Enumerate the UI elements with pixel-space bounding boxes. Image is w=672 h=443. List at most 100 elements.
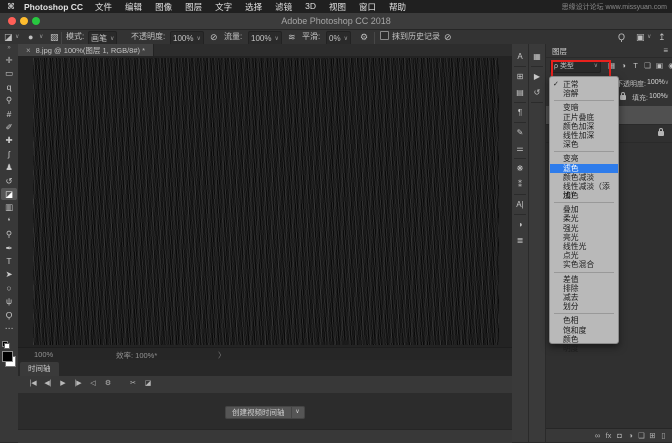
- blend-mode-option[interactable]: 颜色减淡: [550, 173, 618, 182]
- blend-mode-option[interactable]: 溶解: [550, 89, 618, 98]
- history-brush-tool[interactable]: ↺: [1, 175, 17, 187]
- eyedropper-tool[interactable]: ✐: [1, 121, 17, 133]
- search-icon[interactable]: Ϙ: [618, 30, 625, 44]
- blend-mode-option[interactable]: 叠加: [550, 205, 618, 214]
- blend-mode-option[interactable]: ✓ 正常: [550, 80, 618, 89]
- blend-mode-option[interactable]: 划分: [550, 302, 618, 311]
- type-filter-icon[interactable]: T: [630, 60, 641, 71]
- blend-mode-option[interactable]: 滤色: [550, 163, 618, 173]
- link-layers-icon[interactable]: ∞: [592, 431, 603, 440]
- brush-preset-chevron-icon[interactable]: ∨: [39, 30, 43, 44]
- new-group-icon[interactable]: ❑: [636, 431, 647, 440]
- styles-panel-icon[interactable]: ⁑: [512, 178, 528, 191]
- apple-icon[interactable]: ⌘: [6, 2, 16, 11]
- type-tool[interactable]: T: [1, 255, 17, 267]
- blend-mode-option[interactable]: 饱和度: [550, 326, 618, 335]
- blend-mode-option[interactable]: 变亮: [550, 154, 618, 163]
- timeline-tab[interactable]: 时间轴: [20, 362, 59, 376]
- settings-button[interactable]: ⚙: [101, 377, 115, 391]
- properties-panel-icon[interactable]: ▦: [529, 50, 545, 63]
- brush-tool[interactable]: ʃ: [1, 148, 17, 160]
- transition-button[interactable]: ◪: [141, 377, 155, 391]
- libraries-panel-icon[interactable]: ▤: [512, 86, 528, 99]
- menu-item-8[interactable]: 视图: [329, 1, 346, 13]
- layers-tab[interactable]: 图层: [552, 46, 567, 57]
- hand-tool[interactable]: ψ: [1, 295, 17, 307]
- lasso-tool[interactable]: ɋ: [1, 81, 17, 93]
- blend-mode-option[interactable]: 明度: [550, 344, 618, 353]
- color-swatches[interactable]: [2, 351, 16, 367]
- brush-panel-toggle-icon[interactable]: ▨: [50, 30, 59, 44]
- opacity-chevron-icon[interactable]: ∨: [665, 79, 669, 86]
- menu-item-7[interactable]: 3D: [305, 1, 316, 13]
- blend-mode-option[interactable]: 点光: [550, 251, 618, 260]
- menu-item-5[interactable]: 选择: [245, 1, 262, 13]
- blur-tool[interactable]: ❛: [1, 215, 17, 227]
- blend-mode-option[interactable]: 线性加深: [550, 131, 618, 140]
- healing-brush-tool[interactable]: ✚: [1, 134, 17, 146]
- create-video-timeline-button[interactable]: 创建视频时间轴: [225, 406, 292, 419]
- next-frame-button[interactable]: |▶: [71, 377, 85, 391]
- blend-mode-option[interactable]: 正片叠底: [550, 113, 618, 122]
- lock-icon[interactable]: [620, 92, 626, 100]
- opacity-value[interactable]: 100%: [647, 79, 665, 86]
- pressure-size-icon[interactable]: ⊘: [444, 30, 452, 44]
- filter-toggle-icon[interactable]: ◉: [666, 60, 672, 71]
- crop-tool[interactable]: #: [1, 108, 17, 120]
- blend-mode-option[interactable]: 差值: [550, 275, 618, 284]
- layer-style-icon[interactable]: fx: [603, 431, 614, 440]
- document-tab[interactable]: × 8.jpg @ 100%(图层 1, RGB/8#) *: [18, 44, 154, 56]
- adjustment-layer-icon[interactable]: ◑: [625, 431, 636, 440]
- checkbox-icon[interactable]: [380, 31, 389, 40]
- adjustment-filter-icon[interactable]: ◑: [618, 60, 629, 71]
- menu-item-2[interactable]: 图像: [155, 1, 172, 13]
- app-menu[interactable]: Photoshop CC: [24, 2, 83, 12]
- workspace-chevron-icon[interactable]: ∨: [647, 30, 651, 44]
- create-video-timeline-chevron-icon[interactable]: ∨: [291, 406, 305, 419]
- erase-to-history-checkbox[interactable]: 抹到历史记录: [380, 30, 440, 44]
- blend-mode-option[interactable]: 浅色: [550, 191, 618, 200]
- brush-preset-picker[interactable]: ●: [28, 30, 33, 44]
- move-tool[interactable]: ✛: [1, 54, 17, 66]
- toolbar-collapse-icon[interactable]: »: [0, 44, 18, 52]
- panel-menu-icon[interactable]: ≡: [663, 46, 668, 55]
- blend-mode-option[interactable]: 实色混合: [550, 260, 618, 269]
- tool-preset-chevron-icon[interactable]: ∨: [15, 30, 19, 44]
- blend-mode-option[interactable]: 线性减淡（添加）: [550, 182, 618, 200]
- fill-chevron-icon[interactable]: ∨: [665, 93, 669, 100]
- delete-layer-icon[interactable]: ▯: [658, 431, 669, 440]
- close-tab-icon[interactable]: ×: [26, 46, 31, 55]
- tool-preset-icon[interactable]: ◪: [4, 30, 13, 44]
- path-selection-tool[interactable]: ➤: [1, 268, 17, 280]
- menu-item-10[interactable]: 帮助: [389, 1, 406, 13]
- glyphs-panel-icon[interactable]: A|: [512, 198, 528, 211]
- menu-item-4[interactable]: 文字: [215, 1, 232, 13]
- eraser-tool[interactable]: ◪: [1, 188, 17, 200]
- layer-comps-panel-icon[interactable]: ≣: [512, 234, 528, 247]
- foreground-color-swatch[interactable]: [2, 351, 13, 362]
- brush-settings-panel-icon[interactable]: ✎: [512, 126, 528, 139]
- menu-item-0[interactable]: 文件: [95, 1, 112, 13]
- blend-mode-option[interactable]: 线性光: [550, 242, 618, 251]
- blend-mode-option[interactable]: 亮光: [550, 233, 618, 242]
- play-button[interactable]: ▶: [56, 377, 70, 391]
- adjustments-panel-icon[interactable]: ◑: [512, 218, 528, 231]
- default-colors-icon[interactable]: [2, 341, 10, 349]
- blend-mode-option[interactable]: 强光: [550, 224, 618, 233]
- blend-mode-option[interactable]: 排除: [550, 284, 618, 293]
- first-frame-button[interactable]: |◀: [26, 377, 40, 391]
- menu-item-3[interactable]: 图层: [185, 1, 202, 13]
- menu-item-1[interactable]: 编辑: [125, 1, 142, 13]
- color-panel-icon[interactable]: ⊞: [512, 70, 528, 83]
- share-icon[interactable]: ↥: [658, 30, 666, 44]
- zoom-tool[interactable]: Ϙ: [1, 309, 17, 321]
- smart-object-filter-icon[interactable]: ▣: [654, 60, 665, 71]
- clone-source-panel-icon[interactable]: ⚌: [512, 142, 528, 155]
- pen-tool[interactable]: ✒: [1, 242, 17, 254]
- create-video-timeline[interactable]: 创建视频时间轴 ∨: [225, 406, 305, 419]
- document-image[interactable]: [33, 58, 499, 345]
- edit-toolbar[interactable]: ⋯: [1, 322, 17, 334]
- blend-mode-option[interactable]: 深色: [550, 140, 618, 149]
- shape-filter-icon[interactable]: ❏: [642, 60, 653, 71]
- dodge-tool[interactable]: ⚲: [1, 228, 17, 240]
